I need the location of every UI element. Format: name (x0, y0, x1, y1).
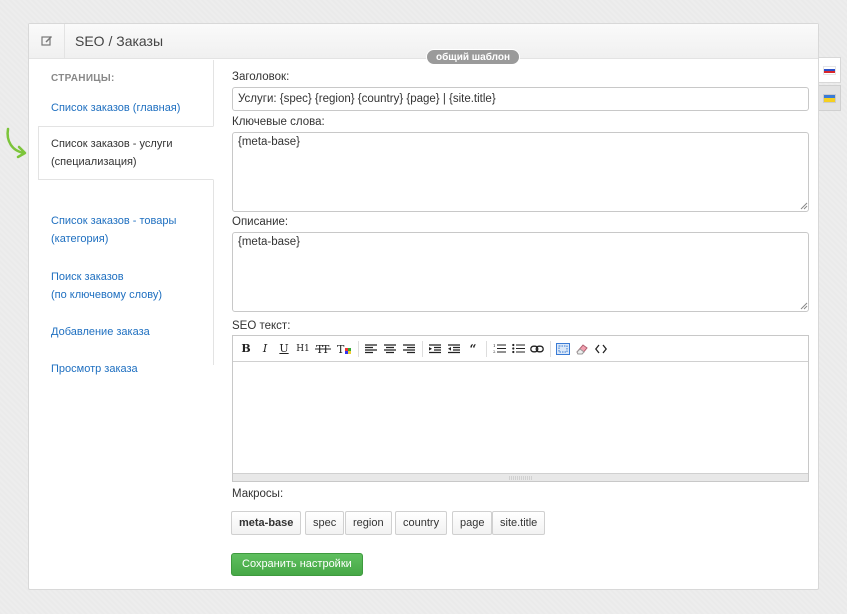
text-color-icon[interactable]: T (334, 340, 354, 358)
ordered-list-icon[interactable]: 12 (490, 340, 508, 358)
template-badge: общий шаблон (426, 49, 520, 65)
lang-tab-ru[interactable] (819, 57, 841, 83)
editor-toolbar: B I U H1 TT T (233, 336, 808, 362)
link-icon[interactable] (528, 340, 546, 358)
macro-page-button[interactable]: page (452, 511, 493, 535)
outdent-icon[interactable] (445, 340, 463, 358)
quote-icon[interactable]: “ (464, 340, 482, 358)
description-label: Описание: (232, 216, 289, 228)
macro-meta-base-button[interactable]: meta-base (231, 511, 302, 535)
sidebar-item-label: Список заказов - услуги (51, 138, 173, 150)
curved-arrow-icon (6, 127, 27, 159)
sidebar-item-label: Поиск заказов (51, 271, 124, 283)
title-input[interactable] (232, 87, 809, 111)
sidebar-item-orders-main[interactable]: Список заказов (главная) (51, 99, 180, 117)
indent-icon[interactable] (426, 340, 444, 358)
sidebar-item-label: Просмотр заказа (51, 363, 138, 375)
lang-tab-uk[interactable] (819, 85, 841, 111)
heading-button[interactable]: H1 (294, 340, 312, 358)
strikethrough-icon[interactable]: TT (313, 340, 333, 358)
sidebar-item-add-order[interactable]: Добавление заказа (51, 323, 150, 341)
sidebar-item-orders-search[interactable]: Поиск заказов (по ключевому слову) (51, 268, 162, 304)
eraser-icon[interactable] (573, 340, 591, 358)
align-right-icon[interactable] (400, 340, 418, 358)
seo-text-editor: B I U H1 TT T (232, 335, 809, 482)
keywords-label: Ключевые слова: (232, 116, 325, 128)
macros-label: Макросы: (232, 488, 284, 500)
source-code-icon[interactable] (592, 340, 610, 358)
seo-text-editor-body[interactable] (233, 363, 808, 473)
sidebar-item-sublabel: (категория) (51, 233, 109, 245)
sidebar: СТРАНИЦЫ: Список заказов (главная) Списо… (6, 60, 214, 375)
svg-text:2: 2 (493, 349, 496, 354)
macro-region-button[interactable]: region (345, 511, 392, 535)
seo-text-label: SEO текст: (232, 320, 291, 332)
keywords-textarea[interactable]: {meta-base} (232, 132, 809, 212)
sidebar-item-label: Добавление заказа (51, 326, 150, 338)
align-left-icon[interactable] (362, 340, 380, 358)
edit-icon[interactable] (29, 23, 65, 59)
resize-grip-icon[interactable] (800, 302, 808, 310)
russia-flag-icon (823, 65, 836, 75)
svg-text:1: 1 (493, 343, 496, 348)
save-settings-button[interactable]: Сохранить настройки (231, 553, 363, 576)
sidebar-item-orders-products[interactable]: Список заказов - товары (категория) (51, 212, 176, 248)
description-textarea[interactable]: {meta-base} (232, 232, 809, 312)
macro-country-button[interactable]: country (395, 511, 448, 535)
panel-header: SEO / Заказы (29, 23, 818, 59)
seo-panel: SEO / Заказы общий шаблон СТРАНИЦЫ: Спис… (6, 23, 819, 590)
macro-site-title-button[interactable]: site.title (492, 511, 546, 535)
fullscreen-icon[interactable] (554, 340, 572, 358)
sidebar-item-sublabel: (по ключевому слову) (51, 289, 163, 301)
italic-button[interactable]: I (256, 340, 274, 358)
ukraine-flag-icon (823, 93, 836, 103)
title-label: Заголовок: (232, 71, 290, 83)
sidebar-heading: СТРАНИЦЫ: (51, 73, 115, 84)
page-title: SEO / Заказы (75, 33, 164, 49)
sidebar-item-sublabel: (специализация) (51, 156, 137, 168)
sidebar-item-view-order[interactable]: Просмотр заказа (51, 360, 138, 378)
sidebar-item-label: Список заказов (главная) (51, 102, 181, 114)
resize-grip-icon[interactable] (800, 202, 808, 210)
align-center-icon[interactable] (381, 340, 399, 358)
bold-button[interactable]: B (237, 340, 255, 358)
underline-button[interactable]: U (275, 340, 293, 358)
macro-spec-button[interactable]: spec (305, 511, 345, 535)
svg-text:T: T (337, 343, 345, 356)
editor-resize-handle[interactable] (233, 473, 808, 481)
sidebar-item-label: Список заказов - товары (51, 215, 177, 227)
unordered-list-icon[interactable] (509, 340, 527, 358)
sidebar-item-orders-services[interactable]: Список заказов - услуги (специализация) (6, 126, 214, 180)
